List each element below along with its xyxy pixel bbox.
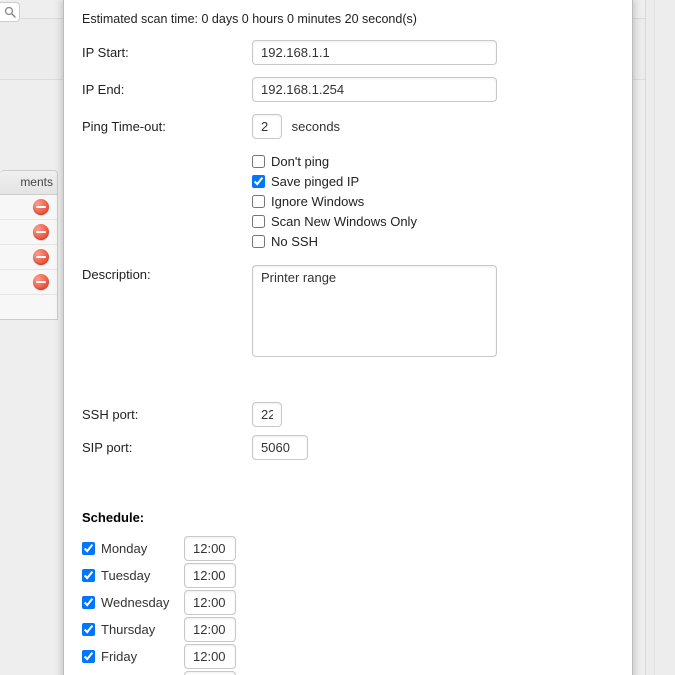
schedule-row: Thursday	[82, 616, 614, 643]
schedule-day-friday[interactable]: Friday	[82, 649, 184, 664]
schedule-day-label: Thursday	[101, 622, 155, 637]
no-ssh-checkbox[interactable]	[252, 235, 265, 248]
ignore-windows-option[interactable]: Ignore Windows	[252, 191, 614, 211]
no-ssh-option[interactable]: No SSH	[252, 231, 614, 251]
dont-ping-option[interactable]: Don't ping	[252, 151, 614, 171]
ssh-port-label: SSH port:	[82, 407, 252, 422]
schedule-day-checkbox[interactable]	[82, 623, 95, 636]
schedule-day-label: Friday	[101, 649, 137, 664]
schedule-time-input[interactable]	[184, 617, 236, 642]
background-right-edge	[645, 0, 675, 675]
sidebar-header-fragment: ments	[0, 171, 57, 195]
sidebar-row[interactable]	[0, 270, 57, 295]
ip-end-input[interactable]	[252, 77, 497, 102]
schedule-day-checkbox[interactable]	[82, 569, 95, 582]
ssh-port-input[interactable]	[252, 402, 282, 427]
options-checkbox-group: Don't ping Save pinged IP Ignore Windows…	[252, 151, 614, 251]
sidebar-row[interactable]	[0, 195, 57, 220]
sidebar-row[interactable]	[0, 220, 57, 245]
schedule-row: Monday	[82, 535, 614, 562]
schedule-day-label: Wednesday	[101, 595, 169, 610]
remove-icon[interactable]	[33, 199, 49, 215]
schedule-row: Wednesday	[82, 589, 614, 616]
ip-end-label: IP End:	[82, 82, 252, 97]
dont-ping-checkbox[interactable]	[252, 155, 265, 168]
schedule-day-checkbox[interactable]	[82, 542, 95, 555]
remove-icon[interactable]	[33, 249, 49, 265]
schedule-row: Tuesday	[82, 562, 614, 589]
ip-start-label: IP Start:	[82, 45, 252, 60]
scan-new-windows-label: Scan New Windows Only	[271, 214, 417, 229]
ping-timeout-label: Ping Time-out:	[82, 119, 252, 134]
save-pinged-ip-label: Save pinged IP	[271, 174, 359, 189]
description-textarea[interactable]	[252, 265, 497, 357]
schedule-list: Monday Tuesday Wednesday Thursday Friday Satu…	[82, 535, 614, 675]
estimated-scan-time: Estimated scan time: 0 days 0 hours 0 mi…	[82, 12, 614, 26]
ping-timeout-suffix: seconds	[292, 119, 340, 134]
schedule-time-input[interactable]	[184, 590, 236, 615]
description-label: Description:	[82, 265, 252, 282]
ip-start-input[interactable]	[252, 40, 497, 65]
save-pinged-ip-option[interactable]: Save pinged IP	[252, 171, 614, 191]
ignore-windows-label: Ignore Windows	[271, 194, 364, 209]
schedule-row: Friday	[82, 643, 614, 670]
schedule-day-thursday[interactable]: Thursday	[82, 622, 184, 637]
sip-port-label: SIP port:	[82, 440, 252, 455]
schedule-day-label: Tuesday	[101, 568, 150, 583]
remove-icon[interactable]	[33, 224, 49, 240]
ping-timeout-input[interactable]	[252, 114, 282, 139]
search-icon	[4, 6, 16, 18]
sip-port-input[interactable]	[252, 435, 308, 460]
schedule-day-tuesday[interactable]: Tuesday	[82, 568, 184, 583]
no-ssh-label: No SSH	[271, 234, 318, 249]
schedule-day-monday[interactable]: Monday	[82, 541, 184, 556]
scan-new-windows-checkbox[interactable]	[252, 215, 265, 228]
search-stub	[0, 2, 20, 22]
schedule-day-checkbox[interactable]	[82, 650, 95, 663]
schedule-day-label: Monday	[101, 541, 147, 556]
sidebar-fragment: ments	[0, 170, 58, 320]
ignore-windows-checkbox[interactable]	[252, 195, 265, 208]
dont-ping-label: Don't ping	[271, 154, 329, 169]
save-pinged-ip-checkbox[interactable]	[252, 175, 265, 188]
schedule-header: Schedule:	[82, 510, 614, 525]
remove-icon[interactable]	[33, 274, 49, 290]
schedule-day-checkbox[interactable]	[82, 596, 95, 609]
schedule-row: Saturday	[82, 670, 614, 675]
schedule-time-input[interactable]	[184, 644, 236, 669]
scan-config-panel: Estimated scan time: 0 days 0 hours 0 mi…	[63, 0, 633, 675]
schedule-time-input[interactable]	[184, 563, 236, 588]
schedule-time-input[interactable]	[184, 536, 236, 561]
schedule-time-input[interactable]	[184, 671, 236, 675]
schedule-day-wednesday[interactable]: Wednesday	[82, 595, 184, 610]
scan-new-windows-option[interactable]: Scan New Windows Only	[252, 211, 614, 231]
sidebar-row[interactable]	[0, 245, 57, 270]
